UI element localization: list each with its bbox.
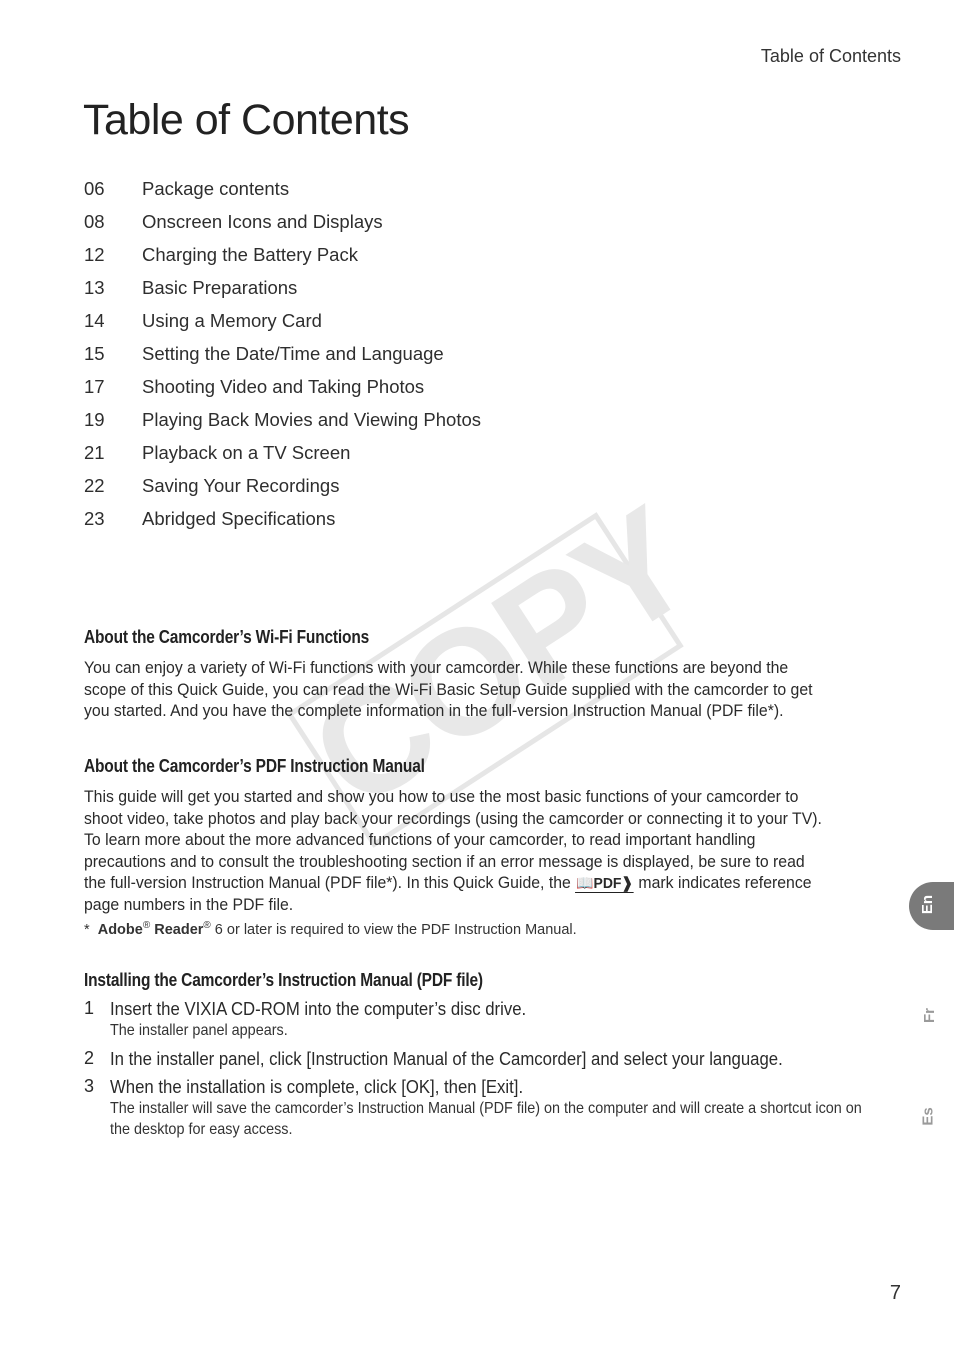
- toc-page-number: 22: [84, 475, 105, 496]
- step-number: 3: [84, 1075, 95, 1096]
- wifi-section-heading: About the Camcorder’s Wi-Fi Functions: [84, 627, 370, 647]
- step-result: The installer will save the camcorder’s …: [110, 1099, 862, 1139]
- toc-item[interactable]: 22 Saving Your Recordings: [84, 475, 481, 508]
- language-label-en[interactable]: En: [919, 895, 936, 914]
- step-instruction: Insert the VIXIA CD-ROM into the compute…: [110, 999, 527, 1019]
- wifi-section-body: You can enjoy a variety of Wi-Fi functio…: [84, 658, 813, 721]
- toc-item[interactable]: 06 Package contents: [84, 178, 481, 211]
- toc-item[interactable]: 15 Setting the Date/Time and Language: [84, 343, 481, 376]
- footnote: * Adobe® Reader® 6 or later is required …: [84, 920, 577, 938]
- toc-item[interactable]: 23 Abridged Specifications: [84, 508, 481, 541]
- toc-label: Onscreen Icons and Displays: [142, 211, 383, 232]
- install-step: 2 In the installer panel, click [Instruct…: [84, 1048, 884, 1070]
- registered-mark: ®: [142, 920, 151, 931]
- pdf-mark-label: PDF: [593, 875, 622, 893]
- toc-label: Package contents: [142, 178, 290, 199]
- toc-item[interactable]: 21 Playback on a TV Screen: [84, 442, 481, 475]
- install-section-heading: Installing the Camcorder’s Instruction M…: [84, 970, 483, 990]
- toc-page-number: 21: [84, 442, 105, 463]
- toc-item[interactable]: 17 Shooting Video and Taking Photos: [84, 376, 481, 409]
- chevron-right-icon: ❱: [621, 875, 634, 893]
- running-header: Table of Contents: [760, 46, 901, 66]
- toc-item[interactable]: 12 Charging the Battery Pack: [84, 244, 481, 277]
- page-title: Table of Contents: [83, 96, 410, 144]
- footnote-text: 6 or later is required to view the PDF I…: [210, 921, 577, 938]
- install-step: 3 When the installation is complete, clic…: [84, 1076, 884, 1141]
- toc-label: Shooting Video and Taking Photos: [142, 376, 425, 397]
- toc-label: Setting the Date/Time and Language: [142, 343, 444, 364]
- pdf-manual-section-heading: About the Camcorder’s PDF Instruction Ma…: [84, 756, 425, 776]
- toc-page-number: 23: [84, 508, 105, 529]
- toc-page-number: 13: [84, 277, 105, 298]
- toc-page-number: 17: [84, 376, 105, 397]
- step-instruction: When the installation is complete, click…: [110, 1076, 524, 1097]
- toc-label: Playback on a TV Screen: [142, 442, 351, 463]
- book-icon: 📖: [576, 875, 594, 893]
- registered-mark: ®: [203, 920, 211, 931]
- language-label-fr[interactable]: Fr: [921, 1008, 938, 1023]
- page-number: 7: [889, 1282, 901, 1304]
- toc-label: Using a Memory Card: [142, 310, 322, 331]
- toc-item[interactable]: 19 Playing Back Movies and Viewing Photos: [84, 409, 481, 442]
- footnote-asterisk: *: [84, 921, 90, 938]
- toc-page-number: 12: [84, 244, 105, 265]
- language-label-es[interactable]: Es: [919, 1107, 936, 1125]
- reader-brand: Reader: [154, 921, 204, 938]
- toc-item[interactable]: 13 Basic Preparations: [84, 277, 481, 310]
- toc-label: Charging the Battery Pack: [142, 244, 358, 265]
- install-step: 1 Insert the VIXIA CD-ROM into the comput…: [84, 998, 884, 1042]
- step-instruction: In the installer panel, click [Instructi…: [110, 1048, 783, 1069]
- toc-label: Basic Preparations: [142, 277, 298, 298]
- toc-item[interactable]: 08 Onscreen Icons and Displays: [84, 211, 481, 244]
- pdf-reference-mark: 📖PDF❱: [575, 875, 635, 894]
- toc-page-number: 06: [84, 178, 105, 199]
- pdf-manual-section-body: This guide will get you started and show…: [84, 786, 828, 916]
- toc-label: Abridged Specifications: [142, 508, 336, 529]
- toc-page-number: 15: [84, 343, 105, 364]
- adobe-brand: Adobe: [97, 921, 143, 938]
- table-of-contents: 06 Package contents 08 Onscreen Icons and …: [84, 178, 481, 541]
- toc-label: Saving Your Recordings: [142, 475, 340, 496]
- toc-page-number: 08: [84, 211, 105, 232]
- toc-page-number: 14: [84, 310, 105, 331]
- step-number: 2: [84, 1047, 95, 1068]
- step-number: 1: [84, 998, 95, 1018]
- toc-label: Playing Back Movies and Viewing Photos: [142, 409, 482, 430]
- toc-item[interactable]: 14 Using a Memory Card: [84, 310, 481, 343]
- toc-page-number: 19: [84, 409, 105, 430]
- step-result: The installer panel appears.: [110, 1022, 288, 1039]
- install-steps: 1 Insert the VIXIA CD-ROM into the comput…: [84, 998, 884, 1147]
